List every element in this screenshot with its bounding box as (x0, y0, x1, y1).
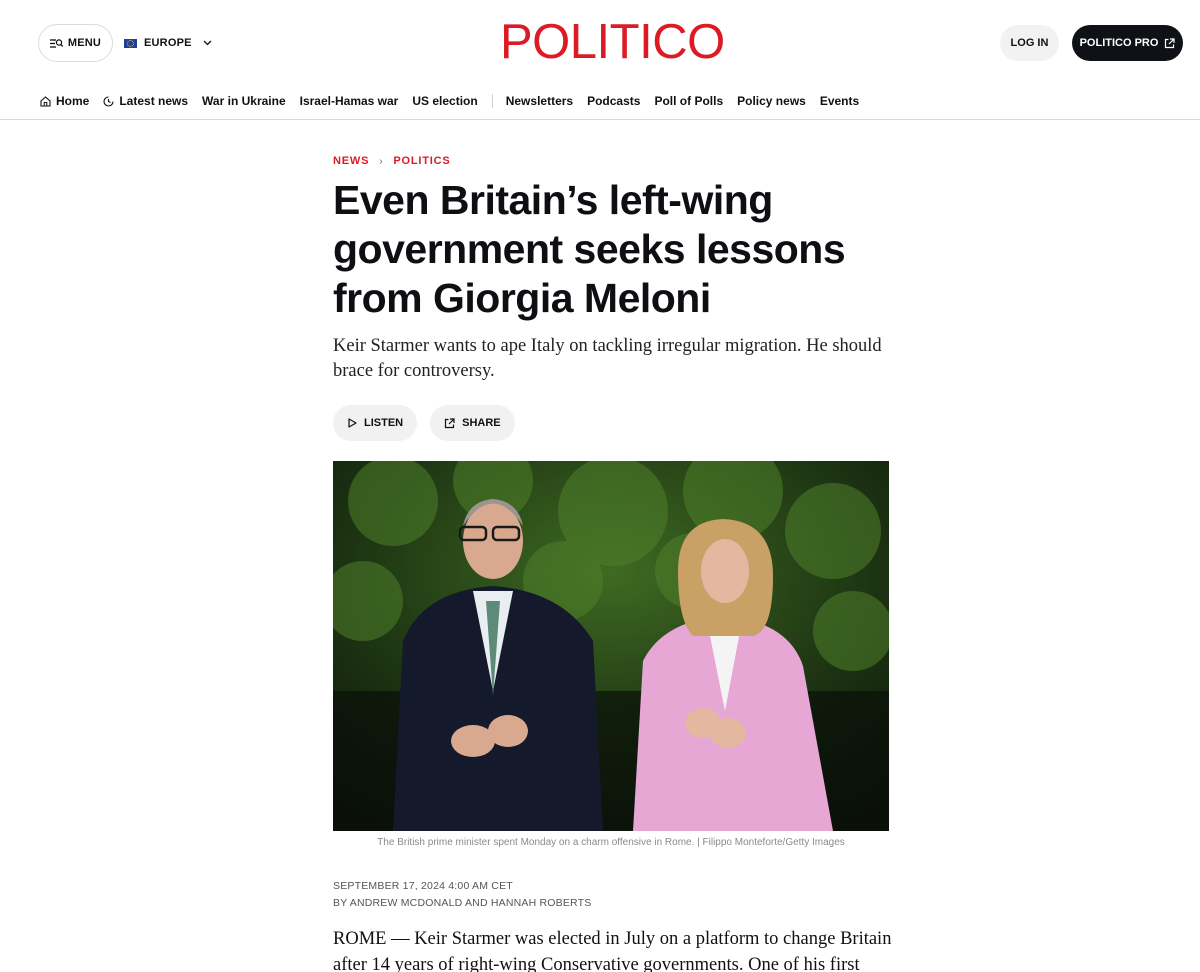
article-body: ROME — Keir Starmer was elected in July … (333, 929, 892, 972)
article-dek: Keir Starmer wants to ape Italy on tackl… (333, 336, 882, 381)
article-meta: SEPTEMBER 17, 2024 4:00 AM CET BY ANDREW… (333, 878, 591, 912)
chevron-down-icon (203, 40, 212, 46)
nav-divider (491, 94, 493, 108)
external-link-icon (1165, 37, 1176, 48)
nav-latest-news[interactable]: Latest news (103, 94, 188, 108)
nav-war-in-ukraine[interactable]: War in Ukraine (202, 94, 286, 108)
eu-flag-icon (124, 38, 137, 48)
edition-selector[interactable]: EUROPE (124, 24, 212, 62)
share-button[interactable]: SHARE (430, 405, 515, 441)
politico-logo[interactable]: POLITICO (500, 16, 725, 68)
menu-search-icon (49, 38, 63, 48)
listen-label: LISTEN (364, 417, 404, 429)
nav-newsletters[interactable]: Newsletters (506, 94, 573, 108)
byline[interactable]: BY ANDREW MCDONALD AND HANNAH ROBERTS (333, 895, 591, 912)
share-icon (445, 417, 455, 428)
breadcrumb-news[interactable]: NEWS (333, 155, 369, 167)
listen-button[interactable]: LISTEN (333, 405, 418, 441)
menu-label: MENU (67, 37, 102, 49)
politico-pro-button[interactable]: POLITICO PRO (1072, 25, 1183, 61)
breadcrumb-politics[interactable]: POLITICS (393, 155, 450, 167)
nav-home-label: Home (56, 94, 90, 108)
nav-events[interactable]: Events (820, 94, 859, 108)
site-header: MENU EUROPE POLITICO LOG IN POLITICO PRO (0, 0, 1200, 84)
main-nav: Home Latest news War in Ukraine Israel-H… (0, 84, 1200, 120)
nav-podcasts[interactable]: Podcasts (587, 94, 640, 108)
nav-us-election[interactable]: US election (412, 94, 477, 108)
article-headline: Even Britain’s left-wing government seek… (333, 177, 846, 321)
share-label: SHARE (462, 417, 501, 429)
politico-pro-label: POLITICO PRO (1079, 37, 1159, 49)
chevron-right-icon: › (379, 155, 384, 167)
login-button[interactable]: LOG IN (1000, 25, 1059, 61)
article-actions: LISTEN SHARE (333, 405, 515, 441)
breadcrumb: NEWS › POLITICS (333, 155, 450, 167)
nav-poll-of-polls[interactable]: Poll of Polls (654, 94, 723, 108)
nav-policy-news[interactable]: Policy news (737, 94, 806, 108)
menu-button[interactable]: MENU (38, 24, 113, 62)
clock-icon (103, 95, 114, 107)
edition-label: EUROPE (144, 37, 192, 49)
nav-israel-hamas-war[interactable]: Israel-Hamas war (300, 94, 399, 108)
home-icon (40, 95, 51, 107)
photo-caption: The British prime minister spent Monday … (377, 837, 845, 848)
hero-photo (333, 461, 889, 831)
nav-latest-news-label: Latest news (119, 94, 189, 108)
nav-home[interactable]: Home (40, 94, 89, 108)
play-icon (348, 418, 357, 428)
hero-photo-illustration (333, 461, 889, 831)
publish-date: SEPTEMBER 17, 2024 4:00 AM CET (333, 880, 513, 892)
